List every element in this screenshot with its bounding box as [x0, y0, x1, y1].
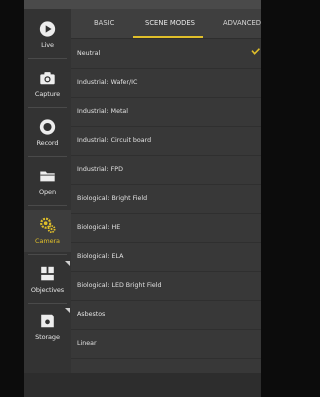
tab-bar: BASIC SCENE MODES ADVANCED [71, 9, 261, 39]
scene-mode-industrial-wafer-ic[interactable]: Industrial: Wafer/IC [71, 68, 261, 98]
divider [28, 156, 67, 157]
sidebar-item-label: Storage [35, 333, 60, 341]
scene-mode-industrial-metal[interactable]: Industrial: Metal [71, 97, 261, 127]
tab-advanced[interactable]: ADVANCED [223, 9, 261, 38]
checkmark-icon [251, 48, 260, 55]
sidebar-item-objectives[interactable]: Objectives [24, 259, 71, 301]
active-tab-indicator [133, 36, 203, 38]
scene-mode-asbestos[interactable]: Asbestos [71, 300, 261, 330]
sidebar-item-open[interactable]: Open [24, 161, 71, 203]
objectives-icon [41, 266, 54, 281]
sidebar: Live Capture Record Open Camera Objectiv… [24, 9, 71, 373]
scene-mode-neutral[interactable]: Neutral [71, 39, 261, 69]
tab-scene-modes[interactable]: SCENE MODES [145, 9, 195, 38]
camera-icon [40, 72, 55, 85]
sidebar-item-label: Capture [34, 90, 61, 98]
scene-mode-biological-he[interactable]: Biological: HE [71, 213, 261, 243]
record-icon [39, 119, 56, 135]
sidebar-item-label: Objectives [30, 286, 65, 294]
scene-mode-biological-led-bright-field[interactable]: Biological: LED Bright Field [71, 271, 261, 301]
divider [28, 254, 67, 255]
scene-mode-label: Industrial: FPD [77, 166, 123, 173]
scene-mode-biological-bright-field[interactable]: Biological: Bright Field [71, 184, 261, 214]
sidebar-item-live[interactable]: Live [24, 14, 71, 56]
scene-mode-label: Industrial: Metal [77, 108, 129, 115]
scene-mode-label: Biological: Bright Field [77, 195, 148, 202]
sidebar-item-label: Camera [35, 237, 60, 245]
scene-mode-label: Biological: LED Bright Field [77, 282, 162, 289]
top-bar [24, 0, 261, 9]
sidebar-item-camera[interactable]: Camera [24, 210, 71, 252]
sidebar-item-label: Open [39, 188, 56, 196]
scene-mode-label: Linear [77, 340, 97, 347]
scene-mode-industrial-circuit-board[interactable]: Industrial: Circuit board [71, 126, 261, 156]
scene-mode-label: Biological: HE [77, 224, 121, 231]
scene-mode-label: Neutral [77, 50, 101, 57]
sidebar-item-record[interactable]: Record [24, 112, 71, 154]
sidebar-item-storage[interactable]: Storage [24, 306, 71, 348]
camera-app-window: Live Capture Record Open Camera Objectiv… [24, 0, 261, 397]
folder-icon [40, 171, 55, 182]
submenu-indicator [65, 261, 70, 266]
play-icon [39, 21, 56, 37]
bottom-bar [24, 373, 261, 397]
scene-mode-industrial-fpd[interactable]: Industrial: FPD [71, 155, 261, 185]
scene-mode-label: Industrial: Circuit board [77, 137, 152, 144]
tab-basic[interactable]: BASIC [94, 9, 114, 38]
sidebar-item-label: Record [36, 139, 59, 147]
sidebar-item-label: Live [41, 41, 54, 49]
gears-icon [40, 217, 56, 234]
divider [28, 303, 67, 304]
divider [28, 58, 67, 59]
scene-mode-label: Asbestos [77, 311, 106, 318]
submenu-indicator [65, 308, 70, 313]
scene-mode-label: Industrial: Wafer/IC [77, 79, 138, 86]
scene-mode-linear[interactable]: Linear [71, 329, 261, 359]
divider [28, 205, 67, 206]
storage-icon [41, 314, 54, 328]
camera-settings-panel: BASIC SCENE MODES ADVANCED Neutral Indus… [71, 9, 261, 373]
scene-mode-biological-ela[interactable]: Biological: ELA [71, 242, 261, 272]
scene-mode-label: Biological: ELA [77, 253, 124, 260]
sidebar-item-capture[interactable]: Capture [24, 63, 71, 105]
divider [28, 107, 67, 108]
